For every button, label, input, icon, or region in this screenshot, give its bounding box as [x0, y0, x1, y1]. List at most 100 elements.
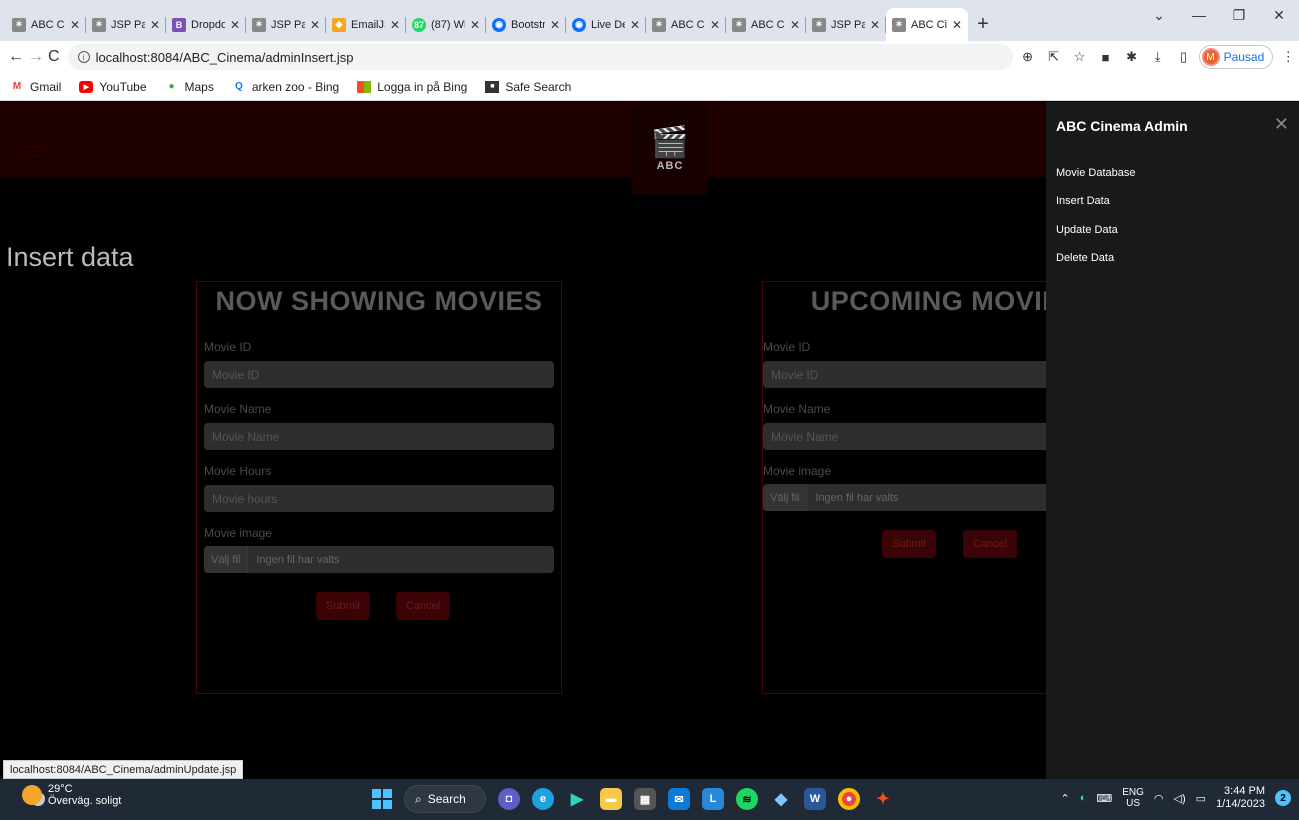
close-icon[interactable]: ✕ [390, 18, 400, 32]
forward-arrow-icon[interactable]: → [28, 44, 44, 70]
site-logo[interactable]: 🎬 ABC [632, 105, 708, 195]
close-icon[interactable]: ✕ [310, 18, 320, 32]
bookmark-safe-search[interactable]: ■ Safe Search [485, 80, 571, 94]
store-icon[interactable]: ▦ [634, 788, 656, 810]
close-icon[interactable]: ✕ [550, 18, 560, 32]
browser-tab[interactable]: B Dropdo ✕ [166, 8, 246, 41]
puzzle-icon[interactable]: ✱ [1121, 46, 1143, 68]
browser-tab-active[interactable]: ✶ ABC Cin ✕ [886, 8, 968, 41]
info-icon[interactable]: i [77, 51, 90, 63]
close-icon[interactable]: ✕ [790, 18, 800, 32]
close-icon[interactable]: ✕ [230, 18, 240, 32]
volume-icon[interactable]: ◁) [1174, 792, 1186, 805]
reload-icon[interactable]: C [48, 44, 60, 70]
language-indicator[interactable]: ENG US [1122, 787, 1144, 809]
close-icon[interactable]: ✕ [70, 18, 80, 32]
wifi-icon[interactable]: ◠ [1154, 792, 1164, 805]
weather-widget[interactable]: 29°C Överväg. soligt [22, 783, 121, 807]
movie-hours-input[interactable] [204, 485, 554, 512]
movie-name-input[interactable] [204, 423, 554, 450]
tab-title: (87) Wh [431, 18, 465, 31]
browser-tab[interactable]: ✶ ABC Cin ✕ [726, 8, 806, 41]
sidebar-item-insert-data[interactable]: Insert Data [1056, 195, 1110, 207]
choose-file-button[interactable]: Välj fil [204, 546, 249, 573]
profile-button[interactable]: M Pausad [1198, 45, 1274, 69]
close-icon[interactable]: ✕ [710, 18, 720, 32]
notification-badge[interactable]: 2 [1275, 790, 1291, 806]
browser-tab[interactable]: ✶ ABC Cl ✕ [646, 8, 726, 41]
menu-dots-icon[interactable]: ⋮ [1277, 46, 1299, 68]
browser-tab[interactable]: ◉ Live De ✕ [566, 8, 646, 41]
abc-favicon-icon: ✶ [652, 17, 666, 32]
extension-icon[interactable]: ■ [1095, 46, 1117, 68]
bookmark-gmail[interactable]: M Gmail [10, 80, 62, 94]
start-icon[interactable] [372, 789, 392, 809]
sidebar-item-update-data[interactable]: Update Data [1056, 224, 1118, 236]
browser-tab[interactable]: 87 (87) Wh ✕ [406, 8, 486, 41]
browser-tab[interactable]: ◉ Bootstr ✕ [486, 8, 566, 41]
sidebar-item-delete-data[interactable]: Delete Data [1056, 252, 1114, 264]
share-icon[interactable]: ⇱ [1043, 46, 1065, 68]
sidebar-item-movie-database[interactable]: Movie Database [1056, 167, 1136, 179]
close-icon[interactable]: ✕ [870, 18, 880, 32]
tray-app-icon[interactable]: ◐ [1080, 792, 1087, 804]
word-icon[interactable]: W [804, 788, 826, 810]
close-icon[interactable]: ✕ [470, 18, 480, 32]
side-panel-icon[interactable]: ▯ [1173, 46, 1195, 68]
browser-tab[interactable]: ✶ JSP Pag ✕ [246, 8, 326, 41]
browser-tab[interactable]: ✶ JSP Pag ✕ [86, 8, 166, 41]
movie-id-input[interactable] [204, 361, 554, 388]
choose-file-button[interactable]: Välj fil [763, 484, 808, 511]
teams-icon[interactable]: ◘ [498, 788, 520, 810]
l-app-icon[interactable]: L [702, 788, 724, 810]
bookmark-maps[interactable]: ● Maps [165, 80, 213, 94]
browser-tab[interactable]: ✶ ABC Cin ✕ [6, 8, 86, 41]
safe-search-icon: ■ [485, 80, 500, 93]
battery-icon[interactable]: ▭ [1196, 792, 1206, 805]
field-label: Movie Name [204, 402, 272, 416]
figma-icon[interactable]: ✦ [872, 788, 894, 810]
cancel-button[interactable]: Cancel [963, 530, 1018, 558]
browser-tab[interactable]: ◆ EmailJS ✕ [326, 8, 406, 41]
restore-icon[interactable]: ❐ [1219, 7, 1259, 24]
submit-button[interactable]: Submit [882, 530, 937, 558]
browser-tab[interactable]: ✶ JSP Pag ✕ [806, 8, 886, 41]
cancel-button[interactable]: Cancel [396, 592, 451, 620]
clock[interactable]: 3:44 PM 1/14/2023 [1216, 785, 1265, 811]
download-icon[interactable]: ⤓ [1147, 46, 1169, 68]
media-player-icon[interactable]: ▶ [566, 788, 588, 810]
box-app-icon[interactable]: ◆ [770, 788, 792, 810]
bootstrap-made-favicon-icon: ◉ [572, 17, 586, 32]
tab-search-icon[interactable]: ⌄ [1139, 7, 1179, 24]
bookmark-youtube[interactable]: ▶ YouTube [79, 80, 147, 94]
now-showing-form: NOW SHOWING MOVIES Movie ID Movie Name M… [196, 281, 562, 694]
link-status-bar: localhost:8084/ABC_Cinema/adminUpdate.js… [3, 760, 244, 779]
movie-image-file-input[interactable]: Välj fil Ingen fil har valts [204, 546, 554, 573]
star-icon[interactable]: ☆ [1069, 46, 1091, 68]
address-bar[interactable]: i localhost:8084/ABC_Cinema/adminInsert.… [67, 44, 1013, 70]
close-icon[interactable]: ✕ [150, 18, 160, 32]
back-arrow-icon[interactable]: ← [8, 44, 24, 70]
new-tab-button[interactable]: + [968, 8, 998, 41]
close-icon[interactable]: ✕ [1274, 114, 1289, 135]
spotify-icon[interactable]: ≋ [736, 788, 758, 810]
submit-button[interactable]: Submit [316, 592, 371, 620]
keyboard-icon[interactable]: ⌨ [1096, 792, 1112, 805]
bookmarks-bar: M Gmail ▶ YouTube ● Maps Qarken zoo - Bing … [0, 73, 1299, 101]
close-icon[interactable]: ✕ [630, 18, 640, 32]
minimize-icon[interactable]: — [1179, 7, 1219, 23]
windows-taskbar: 29°C Överväg. soligt ⌕ Search ◘ e ▶ ▬ ▦ ✉ … [0, 779, 1299, 820]
close-icon[interactable]: ✕ [952, 18, 962, 32]
bookmark-bing-login[interactable]: Logga in på Bing [357, 80, 467, 94]
chevron-up-icon[interactable]: ⌃ [1060, 792, 1069, 805]
zoom-icon[interactable]: ⊕ [1017, 46, 1039, 68]
chrome-icon[interactable]: ● [838, 788, 860, 810]
mail-icon[interactable]: ✉ [668, 788, 690, 810]
file-explorer-icon[interactable]: ▬ [600, 788, 622, 810]
taskbar-search[interactable]: ⌕ Search [404, 785, 486, 813]
weather-icon [22, 785, 42, 805]
close-window-icon[interactable]: ✕ [1259, 7, 1299, 24]
hamburger-menu-icon[interactable] [26, 146, 42, 156]
edge-icon[interactable]: e [532, 788, 554, 810]
bookmark-bing-search[interactable]: Qarken zoo - Bing [232, 80, 339, 94]
